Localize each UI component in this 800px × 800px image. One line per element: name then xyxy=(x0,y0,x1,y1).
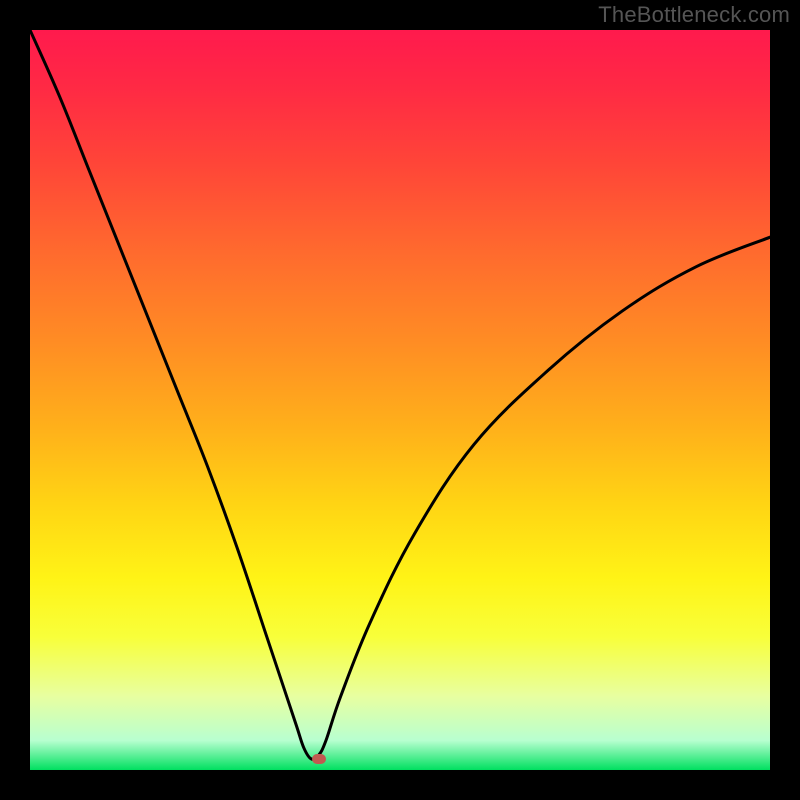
optimum-marker xyxy=(312,754,326,764)
chart-plot-area xyxy=(30,30,770,770)
watermark-text: TheBottleneck.com xyxy=(598,2,790,28)
bottleneck-curve xyxy=(30,30,770,770)
